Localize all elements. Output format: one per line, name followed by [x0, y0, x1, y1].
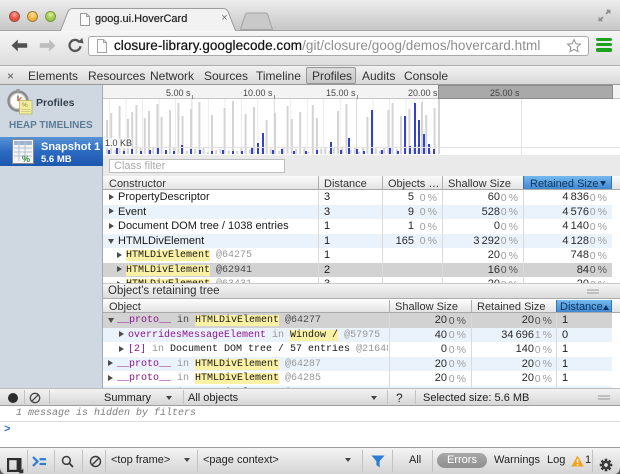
svg-text:%: %	[22, 102, 28, 109]
svg-text:%: %	[22, 154, 30, 164]
